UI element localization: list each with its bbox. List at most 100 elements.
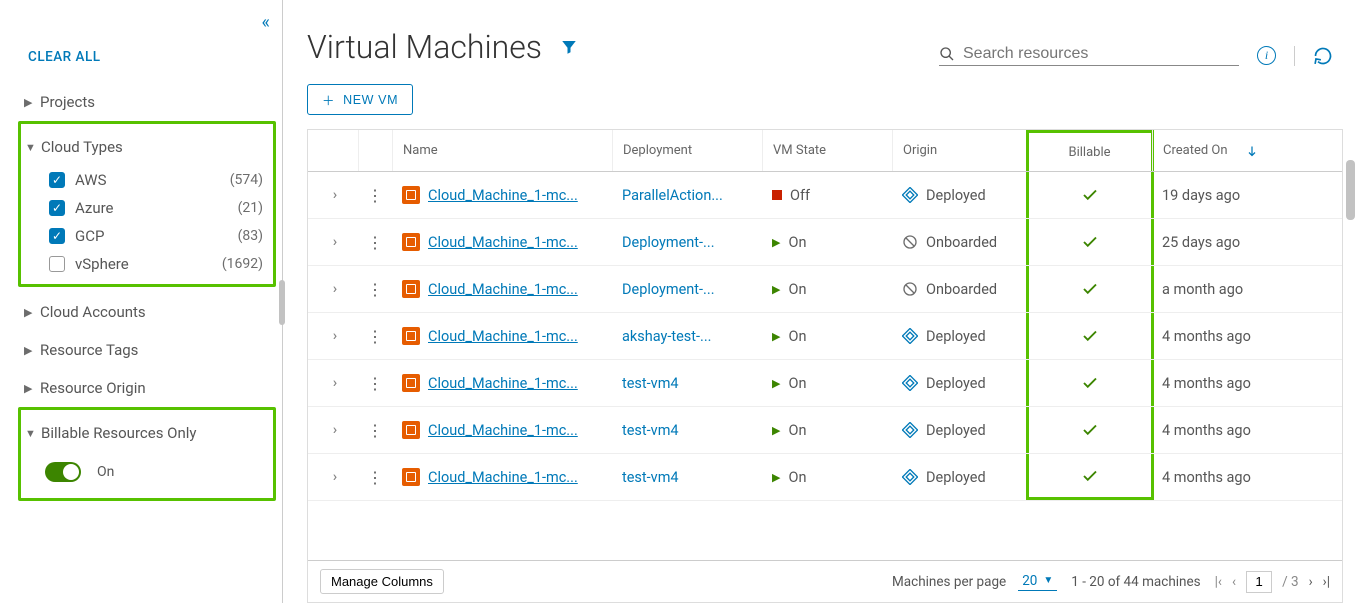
row-menu-icon[interactable]: ⋮ [367,186,383,205]
col-deployment[interactable]: Deployment [612,130,762,171]
scrollbar-thumb[interactable] [1346,160,1355,220]
filter-sidebar: « CLEAR ALL ▶ Projects ▼ Cloud Types ✓ A… [0,0,283,603]
vm-state-label: On [788,328,806,345]
row-menu-icon[interactable]: ⋮ [367,233,383,252]
deployment-link[interactable]: test-vm4 [622,422,679,439]
checkbox[interactable]: ✓ [49,172,65,188]
next-page-icon[interactable]: › [1309,574,1313,590]
per-page-label: Machines per page [892,574,1006,590]
billable-toggle-label: On [97,464,114,480]
chevron-down-icon: ▼ [25,141,41,154]
deployment-link[interactable]: ParallelAction... [622,187,723,204]
table-footer: Manage Columns Machines per page 20 ▼ 1 … [308,560,1342,602]
chevron-down-icon: ▼ [25,427,41,440]
deployment-link[interactable]: test-vm4 [622,469,679,486]
check-icon [1081,233,1099,251]
check-icon [1081,327,1099,345]
filter-icon[interactable] [560,38,578,56]
row-menu-icon[interactable]: ⋮ [367,327,383,346]
deployed-icon [902,187,918,203]
manage-columns-button[interactable]: Manage Columns [320,569,444,594]
checkbox[interactable]: ✓ [49,200,65,216]
divider [1294,46,1295,66]
deployment-link[interactable]: akshay-test-... [622,328,712,345]
col-billable[interactable]: Billable [1026,130,1154,171]
deployed-icon [902,328,918,344]
prev-page-icon[interactable]: ‹ [1232,574,1236,590]
vm-name-link[interactable]: Cloud_Machine_1-mc... [428,187,578,204]
info-icon[interactable]: i [1257,46,1276,65]
filter-cloud-types[interactable]: ▼ Cloud Types [21,128,273,166]
refresh-icon[interactable] [1313,46,1333,66]
cloud-type-option[interactable]: ✓ GCP (83) [49,222,273,250]
search-box[interactable] [939,45,1239,66]
table-row: ›› ⋮ Cloud_Machine_1-mc... test-vm4 ▶On … [308,407,1342,454]
collapse-sidebar-icon[interactable]: « [262,12,264,33]
filter-resource-origin[interactable]: ▶ Resource Origin [24,369,270,407]
vm-state-label: Off [790,187,810,204]
billable-toggle[interactable] [45,462,81,482]
cloud-type-label: vSphere [75,255,129,273]
main-content: Virtual Machines i ＋ NEW VM [283,0,1357,603]
origin-label: Deployed [926,187,986,204]
cloud-type-option[interactable]: vSphere (1692) [49,250,273,278]
plus-icon: ＋ [322,90,335,109]
table-row: ›› ⋮ Cloud_Machine_1-mc... Deployment-..… [308,266,1342,313]
row-menu-icon[interactable]: ⋮ [367,280,383,299]
checkbox[interactable]: ✓ [49,228,65,244]
table-row: ›› ⋮ Cloud_Machine_1-mc... test-vm4 ▶On … [308,454,1342,501]
row-menu-icon[interactable]: ⋮ [367,468,383,487]
vm-name-link[interactable]: Cloud_Machine_1-mc... [428,281,578,298]
check-icon [1081,467,1099,485]
clear-all-button[interactable]: CLEAR ALL [0,45,282,83]
origin-label: Onboarded [926,281,997,298]
search-input[interactable] [963,45,1239,63]
col-origin[interactable]: Origin [892,130,1027,171]
created-on-label: a month ago [1162,281,1243,298]
cloud-type-option[interactable]: ✓ Azure (21) [49,194,273,222]
per-page-select[interactable]: 20 ▼ [1018,573,1057,591]
created-on-label: 4 months ago [1162,422,1251,439]
checkbox[interactable] [49,256,65,272]
last-page-icon[interactable]: ›| [1323,574,1330,590]
chevron-right-icon: ▶ [24,96,40,109]
vm-name-link[interactable]: Cloud_Machine_1-mc... [428,375,578,392]
vm-name-link[interactable]: Cloud_Machine_1-mc... [428,328,578,345]
new-vm-button[interactable]: ＋ NEW VM [307,84,413,115]
cloud-type-label: AWS [75,171,107,189]
table-row: ›› ⋮ Cloud_Machine_1-mc... akshay-test-.… [308,313,1342,360]
vm-state-label: On [788,469,806,486]
vm-name-link[interactable]: Cloud_Machine_1-mc... [428,469,578,486]
vm-icon [402,280,420,298]
deployment-link[interactable]: test-vm4 [622,375,679,392]
filter-cloud-accounts[interactable]: ▶ Cloud Accounts [24,293,270,331]
origin-label: Onboarded [926,234,997,251]
deployed-icon [902,375,918,391]
created-on-label: 4 months ago [1162,328,1251,345]
origin-label: Deployed [926,469,986,486]
page-input[interactable] [1246,571,1272,593]
vm-name-link[interactable]: Cloud_Machine_1-mc... [428,234,578,251]
cloud-type-count: (574) [230,172,263,188]
filter-resource-tags[interactable]: ▶ Resource Tags [24,331,270,369]
state-on-icon: ▶ [772,330,780,343]
state-off-icon [772,190,782,200]
col-vm-state[interactable]: VM State [762,130,892,171]
col-created-on[interactable]: Created On [1152,130,1342,171]
created-on-label: 4 months ago [1162,469,1251,486]
row-menu-icon[interactable]: ⋮ [367,374,383,393]
col-name[interactable]: Name [392,130,612,171]
cloud-type-option[interactable]: ✓ AWS (574) [49,166,273,194]
table-row: ›› ⋮ Cloud_Machine_1-mc... ParallelActio… [308,172,1342,219]
deployment-link[interactable]: Deployment-... [622,234,715,251]
deployment-link[interactable]: Deployment-... [622,281,715,298]
cloud-type-label: GCP [75,227,104,245]
filter-billable[interactable]: ▼ Billable Resources Only [21,414,273,452]
cloud-type-count: (21) [238,200,263,216]
vm-table: Name Deployment VM State Origin Billable… [307,129,1343,603]
page-title: Virtual Machines [307,28,542,66]
row-menu-icon[interactable]: ⋮ [367,421,383,440]
vm-name-link[interactable]: Cloud_Machine_1-mc... [428,422,578,439]
first-page-icon[interactable]: |‹ [1215,574,1222,590]
filter-projects[interactable]: ▶ Projects [24,83,270,121]
